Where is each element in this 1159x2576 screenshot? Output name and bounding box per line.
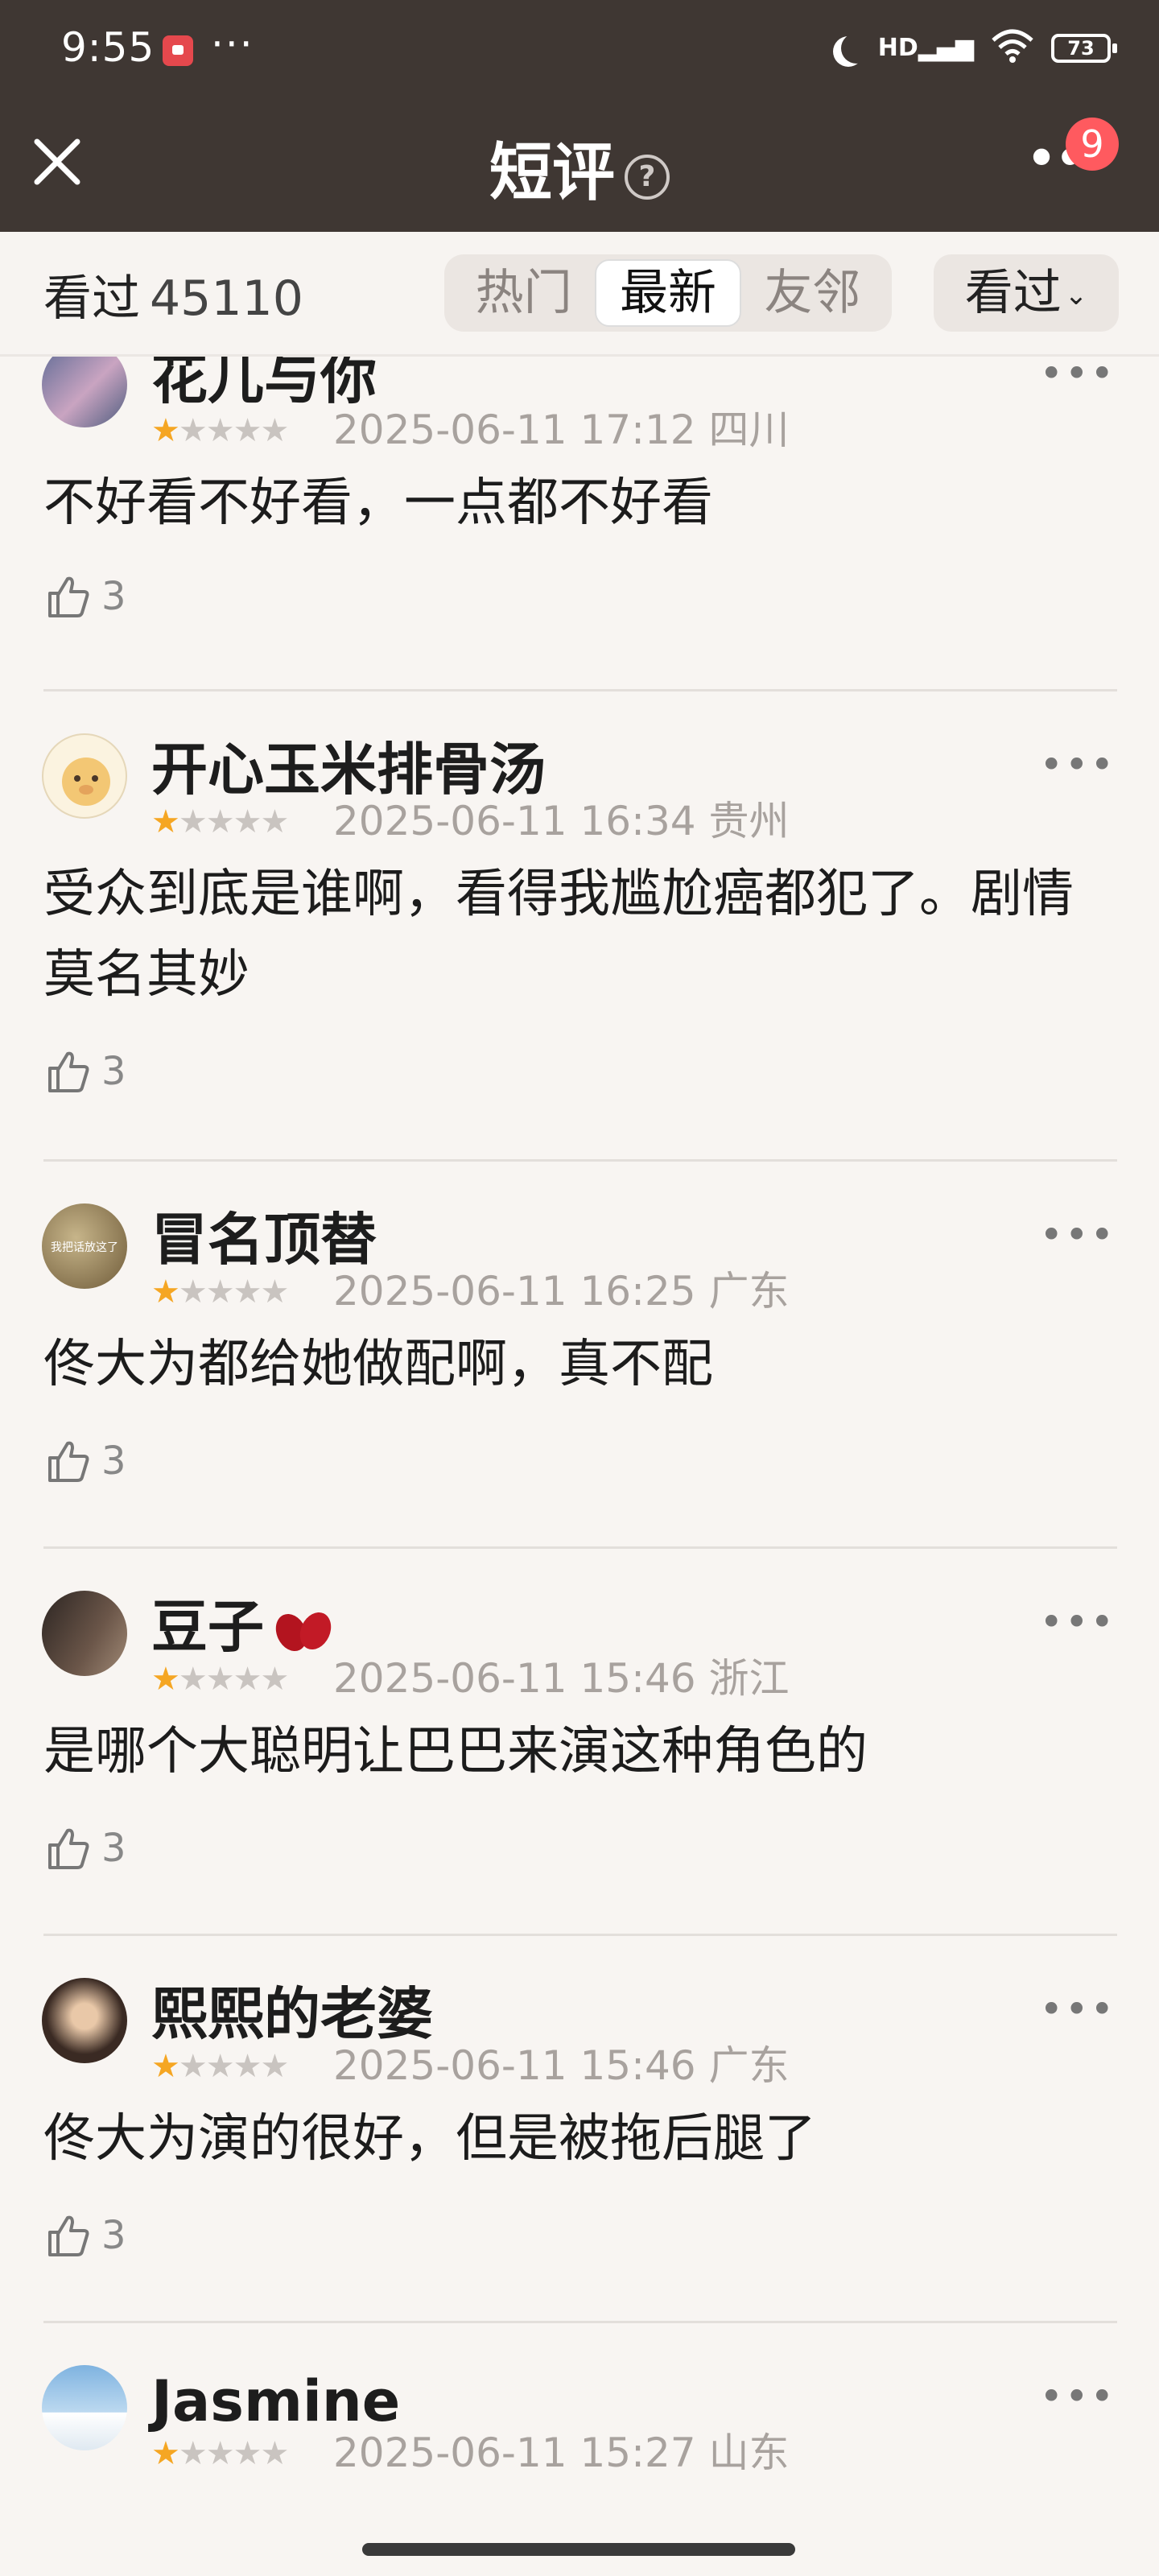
review-content: 受众到底是谁啊，看得我尴尬癌都犯了。剧情莫名其妙 — [43, 865, 1074, 1005]
avatar[interactable] — [42, 1591, 127, 1676]
avatar-caption: 我把话放这了 — [51, 1241, 118, 1254]
review-meta: 2025-06-11 17:12 四川 — [333, 407, 790, 453]
help-icon[interactable]: ? — [625, 154, 670, 200]
seen-count: 看过 45110 — [43, 270, 303, 327]
username[interactable]: 冒名顶替 — [151, 1212, 377, 1268]
like-button[interactable]: 3 — [43, 572, 126, 621]
like-button[interactable]: 3 — [43, 2211, 126, 2260]
review-list[interactable]: 花儿与你 ★★★★★ 2025-06-11 17:12 四川 ••• 不好看不好… — [0, 357, 1159, 2530]
tab-hot[interactable]: 热门 — [452, 261, 595, 325]
tab-friends[interactable]: 友邻 — [741, 261, 884, 325]
moon-icon — [841, 33, 872, 64]
avatar[interactable] — [42, 733, 127, 819]
star-rating: ★★★★★ — [151, 412, 289, 449]
review-meta: 2025-06-11 15:46 浙江 — [333, 1655, 790, 1702]
review-more-button[interactable]: ••• — [1040, 1602, 1116, 1642]
review-content: 是哪个大聪明让巴巴来演这种角色的 — [43, 1722, 868, 1781]
like-button[interactable]: 3 — [43, 1824, 126, 1872]
page-title: 短评? — [0, 122, 1159, 213]
top-bar: 9:55 ··· HD▂▄▆ 73 短评? •• 9 — [0, 0, 1159, 232]
star-rating: ★★★★★ — [151, 2435, 289, 2472]
thumbs-up-icon — [48, 1828, 89, 1869]
tab-latest[interactable]: 最新 — [595, 259, 741, 327]
avatar[interactable]: 我把话放这了 — [42, 1203, 127, 1289]
review-item: 花儿与你 ★★★★★ 2025-06-11 17:12 四川 ••• 不好看不好… — [0, 357, 1159, 696]
username[interactable]: Jasmine — [151, 2373, 400, 2429]
thumbs-up-icon — [48, 576, 89, 617]
divider — [43, 1159, 1117, 1162]
avatar[interactable] — [42, 1978, 127, 2063]
review-item: Jasmine ★★★★★ 2025-06-11 15:27 山东 ••• — [0, 2365, 1159, 2530]
review-meta: 2025-06-11 16:34 贵州 — [333, 798, 790, 844]
divider — [43, 2321, 1117, 2323]
review-item: 我把话放这了 冒名顶替 ★★★★★ 2025-06-11 16:25 广东 ••… — [0, 1203, 1159, 1542]
star-rating: ★★★★★ — [151, 803, 289, 840]
thumbs-up-icon — [48, 2215, 89, 2256]
like-button[interactable]: 3 — [43, 1437, 126, 1485]
home-indicator[interactable] — [362, 2543, 795, 2556]
avatar[interactable] — [42, 357, 127, 427]
review-meta: 2025-06-11 16:25 广东 — [333, 1268, 790, 1315]
review-meta: 2025-06-11 15:46 广东 — [333, 2042, 790, 2089]
star-rating: ★★★★★ — [151, 1274, 289, 1311]
review-content: 佟大为演的很好，但是被拖后腿了 — [43, 2109, 816, 2169]
avatar[interactable] — [42, 2365, 127, 2450]
review-item: 豆子 ★★★★★ 2025-06-11 15:46 浙江 ••• 是哪个大聪明让… — [0, 1591, 1159, 1929]
thumbs-up-icon — [48, 1441, 89, 1482]
divider — [43, 1546, 1117, 1549]
review-item: 开心玉米排骨汤 ★★★★★ 2025-06-11 16:34 贵州 ••• 受众… — [0, 733, 1159, 1136]
status-icons: HD▂▄▆ 73 — [830, 24, 1117, 72]
divider — [43, 1934, 1117, 1936]
review-more-button[interactable]: ••• — [1040, 1989, 1116, 2029]
app-notification-icon — [163, 35, 193, 66]
review-more-button[interactable]: ••• — [1040, 357, 1116, 394]
notification-badge[interactable]: 9 — [1066, 118, 1119, 171]
username[interactable]: 花儿与你 — [151, 357, 377, 407]
seen-filter-dropdown[interactable]: 看过 ⌄ — [934, 254, 1119, 332]
bean-emoji-icon — [270, 1607, 335, 1655]
like-button[interactable]: 3 — [43, 1047, 126, 1096]
star-rating: ★★★★★ — [151, 2048, 289, 2085]
signal-icon: HD▂▄▆ — [877, 34, 974, 62]
wifi-icon — [992, 27, 1033, 69]
sort-tabs: 热门 最新 友邻 — [444, 254, 892, 332]
chevron-down-icon: ⌄ — [1064, 279, 1088, 312]
review-meta: 2025-06-11 15:27 山东 — [333, 2429, 790, 2476]
review-more-button[interactable]: ••• — [1040, 745, 1116, 785]
review-content: 不好看不好看，一点都不好看 — [43, 473, 713, 533]
star-rating: ★★★★★ — [151, 1661, 289, 1698]
username[interactable]: 开心玉米排骨汤 — [151, 741, 546, 798]
status-more-dots: ··· — [211, 21, 254, 68]
battery-icon: 73 — [1051, 34, 1117, 63]
review-item: 熙熙的老婆 ★★★★★ 2025-06-11 15:46 广东 ••• 佟大为演… — [0, 1978, 1159, 2316]
status-time: 9:55 — [61, 24, 155, 71]
review-more-button[interactable]: ••• — [1040, 1215, 1116, 1255]
divider — [43, 689, 1117, 691]
review-content: 佟大为都给她做配啊，真不配 — [43, 1335, 713, 1394]
review-more-button[interactable]: ••• — [1040, 2376, 1116, 2417]
username[interactable]: 熙熙的老婆 — [151, 1986, 433, 2042]
thumbs-up-icon — [48, 1051, 89, 1092]
username[interactable]: 豆子 — [151, 1599, 335, 1655]
filter-bar: 看过 45110 热门 最新 友邻 看过 ⌄ — [0, 232, 1159, 357]
